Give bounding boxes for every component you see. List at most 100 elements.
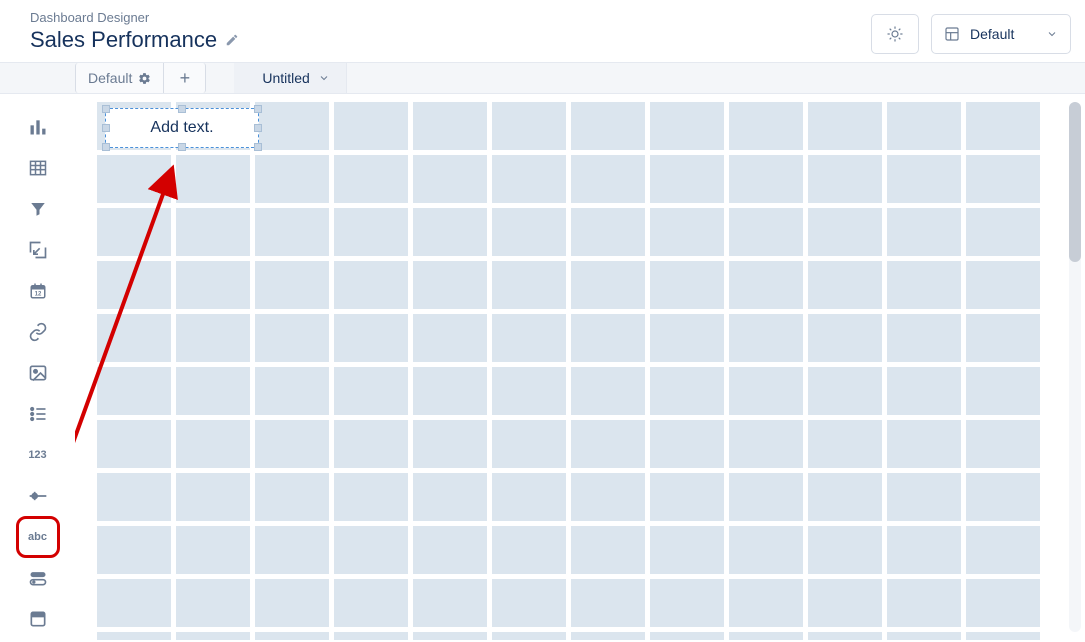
grid-cell[interactable] <box>808 526 882 574</box>
grid-cell[interactable] <box>729 579 803 627</box>
grid-cell[interactable] <box>729 367 803 415</box>
grid-cell[interactable] <box>729 420 803 468</box>
grid-cell[interactable] <box>334 102 408 150</box>
grid-cell[interactable] <box>255 632 329 640</box>
grid-cell[interactable] <box>729 526 803 574</box>
grid-cell[interactable] <box>887 155 961 203</box>
grid-cell[interactable] <box>729 102 803 150</box>
grid-cell[interactable] <box>808 579 882 627</box>
grid-cell[interactable] <box>571 632 645 640</box>
grid-cell[interactable] <box>966 261 1040 309</box>
scrollbar-thumb[interactable] <box>1069 102 1081 262</box>
grid-cell[interactable] <box>966 155 1040 203</box>
grid-cell[interactable] <box>808 473 882 521</box>
grid-cell[interactable] <box>255 420 329 468</box>
grid-cell[interactable] <box>887 102 961 150</box>
grid-cell[interactable] <box>808 155 882 203</box>
grid-cell[interactable] <box>492 367 566 415</box>
grid-cell[interactable] <box>887 208 961 256</box>
grid-cell[interactable] <box>97 261 171 309</box>
grid-cell[interactable] <box>571 102 645 150</box>
sidebar-table-icon[interactable] <box>16 147 60 188</box>
grid-cell[interactable] <box>966 473 1040 521</box>
grid-cell[interactable] <box>650 155 724 203</box>
grid-cell[interactable] <box>255 526 329 574</box>
grid-cell[interactable] <box>334 314 408 362</box>
grid-cell[interactable] <box>808 314 882 362</box>
grid-cell[interactable] <box>729 314 803 362</box>
grid-cell[interactable] <box>97 208 171 256</box>
grid-cell[interactable] <box>650 473 724 521</box>
grid-cell[interactable] <box>966 526 1040 574</box>
grid-cell[interactable] <box>571 261 645 309</box>
sidebar-slider-icon[interactable] <box>16 475 60 516</box>
grid-cell[interactable] <box>334 261 408 309</box>
sidebar-number-icon[interactable]: 123 <box>16 434 60 475</box>
sidebar-toggle-icon[interactable] <box>16 558 60 599</box>
gear-icon[interactable] <box>138 72 151 85</box>
sidebar-image-icon[interactable] <box>16 352 60 393</box>
grid-cell[interactable] <box>650 367 724 415</box>
grid-cell[interactable] <box>176 261 250 309</box>
grid-cell[interactable] <box>650 526 724 574</box>
grid-cell[interactable] <box>966 632 1040 640</box>
layout-dropdown[interactable]: Default <box>931 14 1071 54</box>
grid-cell[interactable] <box>729 632 803 640</box>
resize-handle[interactable] <box>102 105 110 113</box>
grid-cell[interactable] <box>176 155 250 203</box>
grid-cell[interactable] <box>255 155 329 203</box>
grid-cell[interactable] <box>492 261 566 309</box>
grid-cell[interactable] <box>176 526 250 574</box>
grid-cell[interactable] <box>413 367 487 415</box>
grid-cell[interactable] <box>571 420 645 468</box>
grid-cell[interactable] <box>729 473 803 521</box>
grid-cell[interactable] <box>413 526 487 574</box>
grid-cell[interactable] <box>650 314 724 362</box>
dashboard-canvas[interactable]: Add text. <box>75 94 1069 640</box>
grid-cell[interactable] <box>729 261 803 309</box>
grid-cell[interactable] <box>413 314 487 362</box>
grid-cell[interactable] <box>887 314 961 362</box>
grid-cell[interactable] <box>255 579 329 627</box>
grid-cell[interactable] <box>650 579 724 627</box>
canvas-scrollbar[interactable] <box>1069 102 1081 632</box>
grid-cell[interactable] <box>255 208 329 256</box>
grid-cell[interactable] <box>887 632 961 640</box>
grid-cell[interactable] <box>571 526 645 574</box>
grid-cell[interactable] <box>492 526 566 574</box>
grid-cell[interactable] <box>255 102 329 150</box>
grid-cell[interactable] <box>176 632 250 640</box>
grid-cell[interactable] <box>887 261 961 309</box>
grid-cell[interactable] <box>492 632 566 640</box>
sidebar-date-icon[interactable]: 12 <box>16 270 60 311</box>
grid-cell[interactable] <box>413 261 487 309</box>
sidebar-filter-icon[interactable] <box>16 188 60 229</box>
grid-cell[interactable] <box>413 420 487 468</box>
grid-cell[interactable] <box>334 420 408 468</box>
page-tab-default[interactable]: Default <box>75 63 164 93</box>
grid-cell[interactable] <box>887 526 961 574</box>
grid-cell[interactable] <box>492 155 566 203</box>
grid-cell[interactable] <box>887 420 961 468</box>
grid-cell[interactable] <box>255 261 329 309</box>
grid-cell[interactable] <box>255 314 329 362</box>
grid-cell[interactable] <box>334 632 408 640</box>
grid-cell[interactable] <box>492 420 566 468</box>
grid-cell[interactable] <box>887 579 961 627</box>
grid-cell[interactable] <box>413 155 487 203</box>
grid-cell[interactable] <box>966 314 1040 362</box>
grid-cell[interactable] <box>97 526 171 574</box>
add-page-button[interactable]: + <box>164 63 206 93</box>
resize-handle[interactable] <box>254 124 262 132</box>
resize-handle[interactable] <box>254 143 262 151</box>
sidebar-component-icon[interactable] <box>16 599 60 640</box>
grid-cell[interactable] <box>97 367 171 415</box>
grid-cell[interactable] <box>334 473 408 521</box>
resize-handle[interactable] <box>178 105 186 113</box>
grid-cell[interactable] <box>650 420 724 468</box>
resize-handle[interactable] <box>254 105 262 113</box>
theme-button[interactable] <box>871 14 919 54</box>
grid-cell[interactable] <box>808 261 882 309</box>
grid-cell[interactable] <box>966 208 1040 256</box>
resize-handle[interactable] <box>178 143 186 151</box>
